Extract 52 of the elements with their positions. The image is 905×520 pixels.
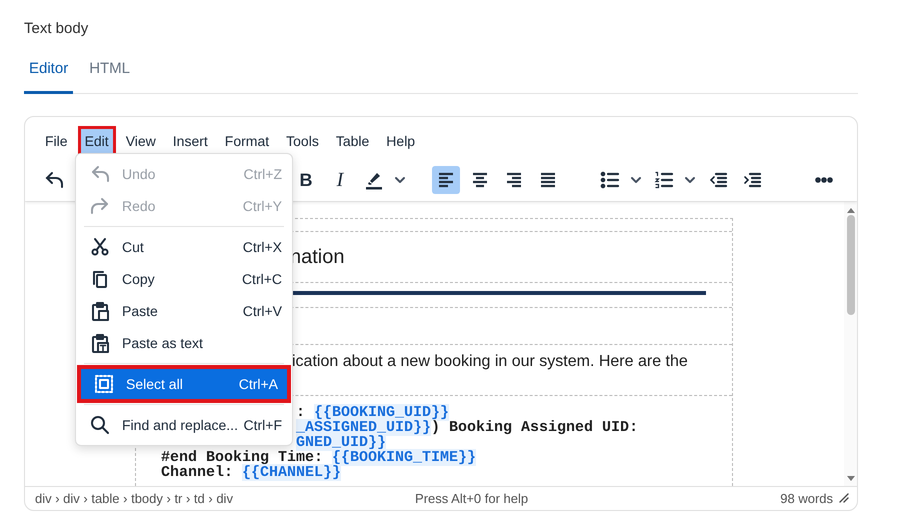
- bold-button[interactable]: B: [292, 166, 320, 194]
- menu-item[interactable]: Help: [382, 129, 420, 153]
- word-count[interactable]: 98 words: [780, 490, 833, 506]
- help-hint: Press Alt+0 for help: [414, 490, 530, 506]
- numbered-list-icon: [654, 170, 674, 190]
- italic-button[interactable]: I: [326, 166, 354, 194]
- menu-option[interactable]: Copy Ctrl+C: [76, 263, 292, 295]
- align-right-icon: [504, 170, 524, 190]
- bullet-list-icon: [600, 170, 620, 190]
- document-paragraph: ication about a new booking in our system. Here are the: [292, 353, 688, 371]
- align-left-icon: [436, 170, 456, 190]
- paste-text-icon: [90, 333, 110, 353]
- menu-option[interactable]: Paste as text: [76, 327, 292, 359]
- scroll-up-icon[interactable]: [846, 207, 854, 213]
- highlighter-icon: [364, 170, 384, 190]
- undo-icon: [90, 164, 110, 184]
- tab[interactable]: HTML: [84, 50, 136, 94]
- code-line: #end Booking Time: {{BOOKING_TIME}}: [161, 450, 476, 465]
- align-center-icon: [470, 170, 490, 190]
- menu-item[interactable]: Tools: [282, 129, 323, 153]
- clipboard-icon: [90, 301, 110, 321]
- caret-icon[interactable]: [684, 176, 696, 184]
- menu-item[interactable]: Edit: [80, 129, 113, 153]
- menu-option[interactable]: Paste Ctrl+V: [76, 295, 292, 327]
- outdent-icon: [708, 170, 728, 190]
- caret-icon[interactable]: [394, 176, 406, 184]
- element-path[interactable]: div › div › table › tbody › tr › td › div: [35, 490, 233, 506]
- copy-icon: [90, 269, 110, 289]
- field-label: Text body: [24, 20, 88, 37]
- caret-icon[interactable]: [630, 176, 642, 184]
- menu-item[interactable]: File: [41, 129, 72, 153]
- menu-item[interactable]: View: [122, 129, 160, 153]
- scrollbar[interactable]: [844, 202, 857, 486]
- undo-icon: [44, 170, 64, 190]
- tab[interactable]: Editor: [24, 50, 74, 94]
- menu-item[interactable]: Table: [332, 129, 374, 153]
- resize-handle-icon[interactable]: [839, 493, 849, 503]
- menu-option[interactable]: Select all Ctrl+A: [80, 368, 288, 400]
- menu-item[interactable]: Insert: [168, 129, 212, 153]
- scroll-down-icon[interactable]: [846, 476, 854, 482]
- align-left-button[interactable]: [432, 166, 460, 194]
- menu-option[interactable]: Cut Ctrl+X: [76, 231, 292, 263]
- code-line: Channel: {{CHANNEL}}: [161, 465, 342, 480]
- redo-icon: [90, 196, 110, 216]
- search-icon: [90, 415, 110, 435]
- indent-icon: [742, 170, 762, 190]
- menu-item[interactable]: Format: [220, 129, 274, 153]
- scroll-thumb[interactable]: [846, 215, 854, 315]
- select-all-icon: [94, 374, 114, 394]
- justify-icon: [538, 170, 558, 190]
- menu-option[interactable]: Find and replace... Ctrl+F: [76, 409, 292, 441]
- scissors-icon: [90, 237, 110, 257]
